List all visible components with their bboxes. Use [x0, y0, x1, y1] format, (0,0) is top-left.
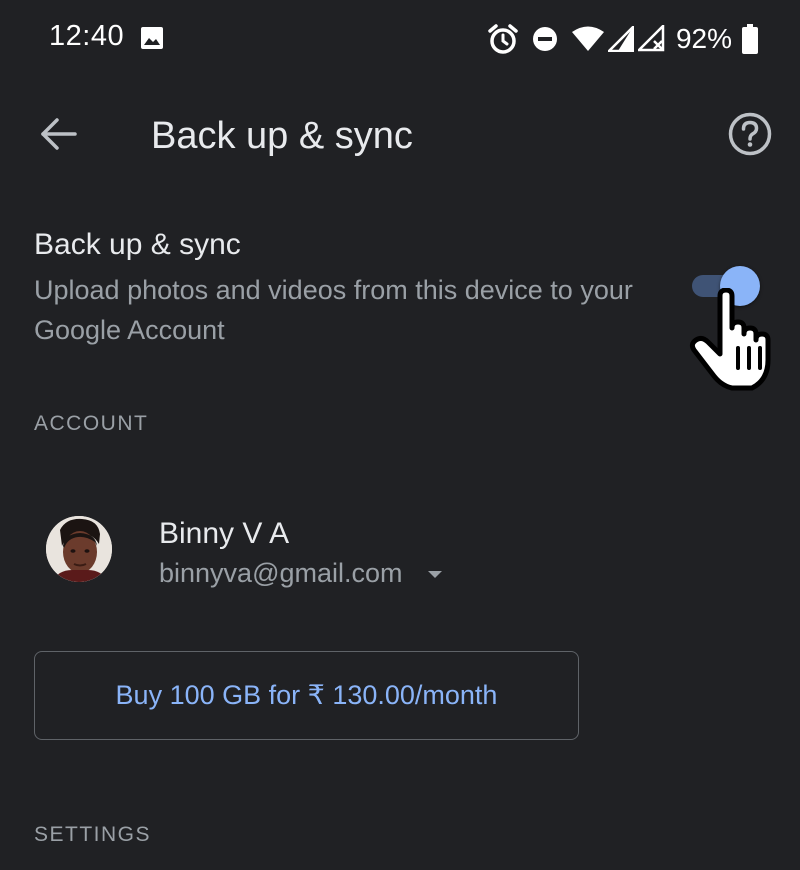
settings-section-header: SETTINGS [34, 823, 152, 846]
avatar [46, 516, 112, 582]
status-icons: 92% [486, 19, 758, 59]
account-row[interactable]: Binny V A binnyva@gmail.com [44, 510, 744, 600]
buy-storage-button[interactable]: Buy 100 GB for ₹ 130.00/month [34, 651, 579, 740]
signal-no-data-icon [637, 25, 666, 53]
help-circle-icon [727, 111, 773, 162]
status-time: 12:40 [49, 20, 125, 52]
hand-pointer-icon [688, 287, 774, 392]
gallery-icon [141, 27, 163, 49]
account-email: binnyva@gmail.com [159, 558, 403, 588]
signal-icon [607, 26, 634, 52]
page-title: Back up & sync [151, 115, 413, 157]
do-not-disturb-icon [532, 26, 558, 52]
chevron-down-icon[interactable] [428, 568, 442, 582]
backup-sync-description: Upload photos and videos from this devic… [34, 275, 633, 345]
backup-sync-title: Back up & sync [34, 228, 241, 261]
back-button[interactable] [30, 112, 86, 160]
battery-percent: 92% [675, 23, 732, 54]
status-bar: 12:40 92% [0, 0, 800, 78]
help-button[interactable] [724, 110, 776, 162]
account-name: Binny V A [159, 517, 290, 550]
app-bar: Back up & sync [0, 90, 800, 182]
account-section-header: ACCOUNT [34, 412, 149, 435]
alarm-icon [486, 22, 520, 56]
backup-sync-row[interactable]: Back up & sync Upload photos and videos … [34, 226, 774, 356]
arrow-back-icon [38, 116, 78, 157]
wifi-icon [571, 26, 604, 52]
battery-icon [742, 24, 758, 54]
